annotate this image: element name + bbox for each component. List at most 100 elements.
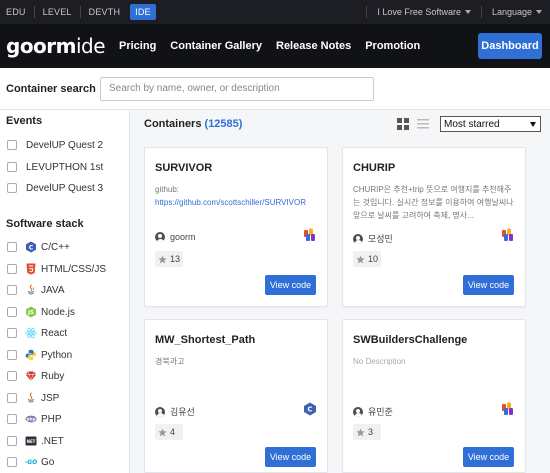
dashboard-button[interactable]: Dashboard	[478, 33, 542, 59]
star-count-badge[interactable]: 3	[353, 424, 381, 440]
container-card-churip[interactable]: CHURIP CHURIP은 추천+trip 뜻으로 여행지를 추천해주는 것입…	[342, 147, 526, 307]
card-description-link[interactable]: https://github.com/scottschiller/SURVIVO…	[155, 196, 319, 209]
star-count: 13	[170, 254, 181, 264]
owner-name: 김유선	[170, 407, 195, 417]
star-count-badge[interactable]: 13	[155, 251, 183, 267]
owner-name: 모성민	[368, 234, 393, 244]
svg-text:JS: JS	[27, 310, 34, 316]
stack-label: JAVA	[41, 284, 65, 296]
view-code-button[interactable]: View code	[463, 447, 514, 467]
view-code-button[interactable]: View code	[265, 447, 316, 467]
svg-text:C: C	[29, 244, 34, 251]
stack-label: JSP	[41, 392, 60, 404]
list-view-icon[interactable]	[417, 118, 429, 130]
card-owner: goorm	[155, 232, 196, 242]
sort-select[interactable]: Most starred	[440, 116, 541, 132]
stack-filter-react[interactable]: React	[7, 325, 67, 341]
nav-link-release-notes[interactable]: Release Notes	[276, 40, 351, 52]
ruby-icon	[25, 370, 37, 382]
star-count-badge[interactable]: 10	[353, 251, 381, 267]
grid-view-icon[interactable]	[397, 118, 409, 130]
card-title: SWBuildersChallenge	[353, 334, 468, 346]
checkbox[interactable]	[7, 414, 17, 424]
star-icon	[158, 254, 167, 263]
avatar	[353, 233, 363, 244]
container-card-swbuilderschallenge[interactable]: SWBuildersChallenge No Description 유민준 3…	[342, 319, 526, 473]
topbar-right: I Love Free Software Language	[364, 6, 550, 18]
sort-selected-value: Most starred	[444, 118, 500, 130]
containers-heading: Containers (12585)	[144, 118, 242, 130]
card-owner: 모성민	[353, 232, 393, 245]
containers-count: (12585)	[204, 118, 243, 130]
checkbox[interactable]	[7, 140, 17, 150]
stack-label: PHP	[41, 413, 62, 425]
container-search-label: Container search	[6, 82, 96, 95]
view-code-button[interactable]: View code	[265, 275, 316, 295]
stack-filter-cpp[interactable]: C C/C++	[7, 239, 70, 255]
avatar	[155, 406, 165, 417]
stack-label: Node.js	[41, 306, 75, 318]
cpp-icon: C	[25, 241, 37, 253]
checkbox[interactable]	[7, 285, 17, 295]
nav-link-promotion[interactable]: Promotion	[365, 40, 420, 52]
container-card-mw-shortest-path[interactable]: MW_Shortest_Path 경북과고 김유선 C 4 View code	[144, 319, 328, 473]
stack-label: .NET	[41, 435, 64, 447]
container-gallery-main: Containers (12585) Most starred SURVIVOR…	[131, 110, 550, 473]
card-description: 경북과고	[155, 357, 185, 366]
container-card-survivor[interactable]: SURVIVOR github: https://github.com/scot…	[144, 147, 328, 307]
chevron-down-icon	[464, 10, 471, 14]
language-dropdown[interactable]: Language	[484, 7, 550, 17]
card-owner: 유민준	[353, 405, 393, 418]
checkbox[interactable]	[7, 350, 17, 360]
python-icon	[25, 349, 37, 361]
checkbox[interactable]	[7, 264, 17, 274]
nav-link-container-gallery[interactable]: Container Gallery	[170, 40, 262, 52]
checkbox[interactable]	[7, 328, 17, 338]
checkbox[interactable]	[7, 371, 17, 381]
topbar-link-ide[interactable]: IDE	[130, 4, 156, 20]
stack-filter-go[interactable]: -GO Go	[7, 454, 54, 470]
love-free-software-dropdown[interactable]: I Love Free Software	[369, 7, 479, 17]
checkbox[interactable]	[7, 242, 17, 252]
svg-text:C: C	[307, 406, 312, 414]
svg-text:-GO: -GO	[25, 459, 37, 466]
star-count-badge[interactable]: 4	[155, 424, 183, 440]
view-code-button[interactable]: View code	[463, 275, 514, 295]
language-label: Language	[491, 7, 532, 17]
checkbox[interactable]	[7, 307, 17, 317]
goormide-logo[interactable]: goormide	[6, 34, 106, 58]
software-stack-section-title: Software stack	[6, 218, 84, 230]
stack-filter-php[interactable]: php PHP	[7, 411, 62, 427]
card-description-text: github:	[155, 185, 180, 194]
container-search-bar: Container search	[0, 68, 550, 110]
event-filter-develup-quest-3[interactable]: DevelUP Quest 3	[7, 180, 103, 196]
checkbox[interactable]	[7, 393, 17, 403]
stack-filter-python[interactable]: Python	[7, 347, 72, 363]
topbar-link-edu[interactable]: EDU	[0, 0, 32, 24]
stack-filter-java[interactable]: JAVA	[7, 282, 65, 298]
stack-filter-jsp[interactable]: JSP	[7, 390, 59, 406]
card-title: MW_Shortest_Path	[155, 334, 256, 346]
stack-label: Ruby	[41, 370, 65, 382]
stack-filter-ruby[interactable]: Ruby	[7, 368, 64, 384]
checkbox[interactable]	[7, 183, 17, 193]
stack-filter-dotnet[interactable]: NET .NET	[7, 433, 64, 449]
container-search-input[interactable]	[100, 76, 374, 101]
event-filter-levupthon-1st[interactable]: LEVUPTHON 1st	[7, 159, 103, 175]
containers-title: Containers	[144, 118, 202, 130]
checkbox[interactable]	[7, 457, 17, 467]
dotnet-icon: NET	[25, 435, 37, 447]
star-icon	[356, 427, 365, 436]
stack-label: React	[41, 327, 68, 339]
topbar-link-level[interactable]: LEVEL	[37, 0, 78, 24]
stack-filter-nodejs[interactable]: JS Node.js	[7, 304, 75, 320]
stack-label: HTML/CSS/JS	[41, 263, 107, 275]
event-filter-develup-quest-2[interactable]: DevelUP Quest 2	[7, 137, 103, 153]
checkbox[interactable]	[7, 162, 17, 172]
topbar-link-devth[interactable]: DEVTH	[83, 0, 127, 24]
stack-filter-html-css-js[interactable]: HTML/CSS/JS	[7, 261, 106, 277]
love-free-software-label: I Love Free Software	[377, 7, 461, 17]
nav-link-pricing[interactable]: Pricing	[119, 40, 156, 52]
star-count: 3	[368, 427, 374, 437]
checkbox[interactable]	[7, 436, 17, 446]
